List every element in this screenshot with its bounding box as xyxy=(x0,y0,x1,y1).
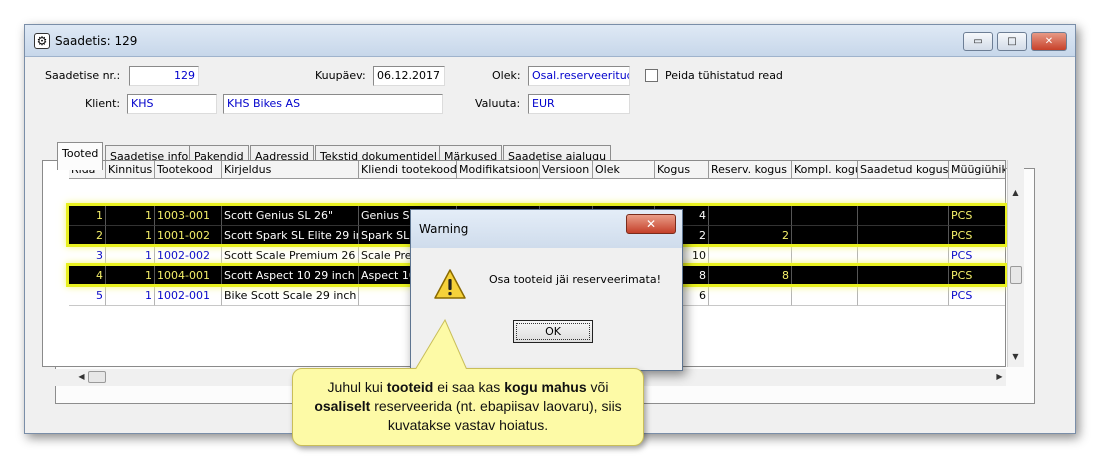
cell-tootekood[interactable]: 1002-001 xyxy=(155,286,222,306)
dialog-titlebar[interactable]: Warning ✕ xyxy=(411,210,682,248)
cell-kinnitus: 1 xyxy=(106,246,155,266)
callout-bold-part: osaliselt xyxy=(314,398,371,414)
cell-rida: 4 xyxy=(69,266,106,286)
cell-saadetud-kogus xyxy=(858,226,949,246)
callout-text-part: reserveerida (nt. ebapiisav laovaru), si… xyxy=(370,398,622,433)
cell-rida: 5 xyxy=(69,286,106,306)
cell-kompl-kogus xyxy=(792,266,858,286)
col-reserv-kogus[interactable]: Reserv. kogus xyxy=(709,161,792,179)
cell-reserv-kogus: 8 xyxy=(709,266,792,286)
callout-bold-part: kogu mahus xyxy=(504,379,587,395)
cell-reserv-kogus xyxy=(709,286,792,306)
cell-kompl-kogus xyxy=(792,206,858,226)
cell-tootekood[interactable]: 1003-001 xyxy=(155,206,222,226)
cell-saadetud-kogus xyxy=(858,286,949,306)
cell-saadetud-kogus xyxy=(858,246,949,266)
col-tootekood[interactable]: Tootekood xyxy=(155,161,222,179)
currency-field[interactable]: EUR xyxy=(528,94,630,114)
cell-rida: 2 xyxy=(69,226,106,246)
client-name-field[interactable]: KHS Bikes AS xyxy=(223,94,443,114)
cell-kinnitus: 1 xyxy=(106,226,155,246)
minimize-button[interactable]: ▭ xyxy=(963,32,993,51)
status-label: Olek: xyxy=(492,69,521,82)
callout-tail xyxy=(413,318,471,373)
cell-tootekood[interactable]: 1001-002 xyxy=(155,226,222,246)
warning-icon xyxy=(434,269,466,299)
cell-saadetud-kogus xyxy=(858,206,949,226)
callout-text: Juhul kui tooteid ei saa kas kogu mahus … xyxy=(301,378,635,435)
col-modifikatsioon[interactable]: Modifikatsioon xyxy=(457,161,540,179)
col-kliendi-tootekood[interactable]: Kliendi tootekood xyxy=(359,161,457,179)
col-muugiuhik[interactable]: Müügiühik xyxy=(949,161,1005,179)
date-label: Kuupäev: xyxy=(315,69,366,82)
col-kinnitus[interactable]: Kinnitus xyxy=(106,161,155,179)
callout-text-part: Juhul kui xyxy=(327,379,387,395)
dialog-title: Warning xyxy=(419,222,469,236)
date-field[interactable]: 06.12.2017 xyxy=(373,66,445,86)
ok-button[interactable]: OK xyxy=(513,320,593,343)
callout-bold-part: tooteid xyxy=(386,379,434,395)
scroll-down-icon[interactable]: ▼ xyxy=(1008,352,1023,361)
col-kirjeldus[interactable]: Kirjeldus xyxy=(222,161,359,179)
tab-tooted[interactable]: Tooted xyxy=(57,142,104,170)
cell-kirjeldus: Scott Aspect 10 29 inch xyxy=(222,266,359,286)
maximize-button[interactable]: □ xyxy=(997,32,1027,51)
col-versioon[interactable]: Versioon xyxy=(540,161,593,179)
cell-muugiuhik: PCS xyxy=(949,266,1005,286)
callout-text-part: või xyxy=(586,379,609,395)
dialog-message: Osa tooteid jäi reserveerimata! xyxy=(489,273,661,286)
cell-kinnitus: 1 xyxy=(106,266,155,286)
currency-label: Valuuta: xyxy=(475,97,521,110)
col-kogus[interactable]: Kogus xyxy=(655,161,709,179)
col-saadetud-kogus[interactable]: Saadetud kogus xyxy=(858,161,949,179)
client-code-field[interactable]: KHS xyxy=(127,94,217,114)
col-kompl-kogus[interactable]: Kompl. kogus xyxy=(792,161,858,179)
cell-kirjeldus: Bike Scott Scale 29 inch xyxy=(222,286,359,306)
cell-kompl-kogus xyxy=(792,246,858,266)
cell-muugiuhik: PCS xyxy=(949,286,1005,306)
cell-rida: 3 xyxy=(69,246,106,266)
cell-kompl-kogus xyxy=(792,226,858,246)
cell-muugiuhik: PCS xyxy=(949,246,1005,266)
client-label: Klient: xyxy=(85,97,121,110)
cell-kinnitus: 1 xyxy=(106,206,155,226)
callout-balloon: Juhul kui tooteid ei saa kas kogu mahus … xyxy=(292,368,644,446)
cell-kirjeldus: Scott Spark SL Elite 29 inch xyxy=(222,226,359,246)
cell-tootekood[interactable]: 1002-002 xyxy=(155,246,222,266)
window-titlebar[interactable]: ⚙ Saadetis: 129 ▭ □ ✕ xyxy=(25,25,1075,57)
cell-kompl-kogus xyxy=(792,286,858,306)
col-olek[interactable]: Olek xyxy=(593,161,655,179)
vertical-scroll-thumb[interactable] xyxy=(1010,266,1022,284)
dialog-close-button[interactable]: ✕ xyxy=(626,214,676,234)
cell-muugiuhik: PCS xyxy=(949,226,1005,246)
cell-rida: 1 xyxy=(69,206,106,226)
shipment-no-label: Saadetise nr.: xyxy=(45,69,121,82)
cell-tootekood[interactable]: 1004-001 xyxy=(155,266,222,286)
scroll-up-icon[interactable]: ▲ xyxy=(1008,188,1023,197)
app-icon: ⚙ xyxy=(34,33,50,49)
cell-kirjeldus: Scott Scale Premium 26 inch xyxy=(222,246,359,266)
callout-text-part: ei saa kas xyxy=(433,379,505,395)
hide-cancelled-label: Peida tühistatud read xyxy=(665,69,783,82)
scroll-right-icon[interactable]: ▶ xyxy=(992,372,1007,381)
cell-reserv-kogus xyxy=(709,246,792,266)
shipment-no-field[interactable]: 129 xyxy=(129,66,199,86)
cell-reserv-kogus: 2 xyxy=(709,226,792,246)
cell-muugiuhik: PCS xyxy=(949,206,1005,226)
close-button[interactable]: ✕ xyxy=(1031,32,1067,51)
scroll-left-icon[interactable]: ◀ xyxy=(74,372,89,381)
cell-reserv-kogus xyxy=(709,206,792,226)
status-field: Osal.reserveeritud xyxy=(528,66,630,86)
vertical-scrollbar[interactable]: ▲ ▼ xyxy=(1007,160,1024,367)
hide-cancelled-checkbox[interactable] xyxy=(645,69,658,82)
horizontal-scroll-thumb[interactable] xyxy=(88,371,106,383)
cell-kinnitus: 1 xyxy=(106,286,155,306)
cell-saadetud-kogus xyxy=(858,266,949,286)
cell-kirjeldus: Scott Genius SL 26" xyxy=(222,206,359,226)
window-title: Saadetis: 129 xyxy=(55,34,138,48)
